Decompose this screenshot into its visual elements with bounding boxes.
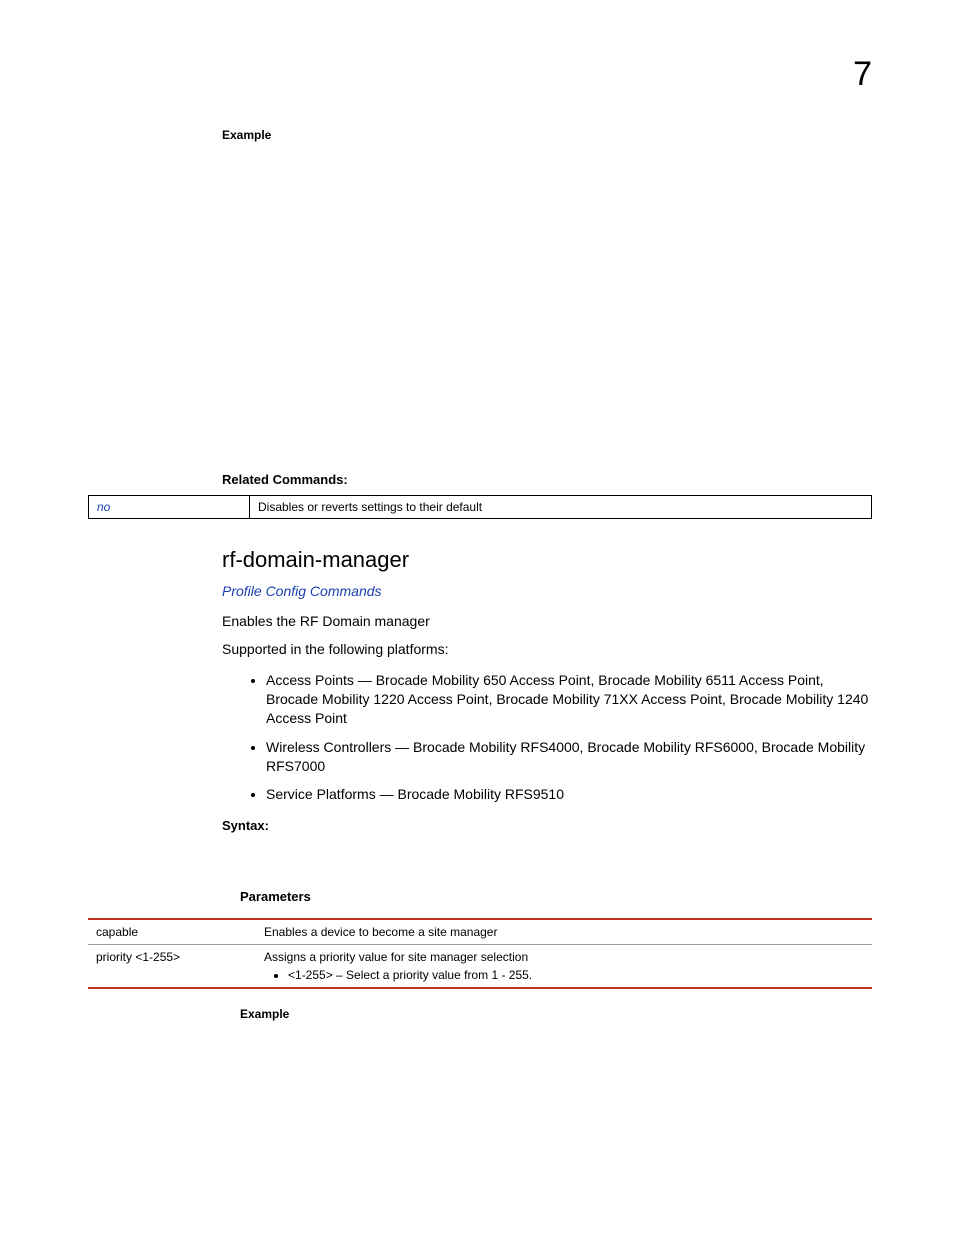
related-commands-table: no Disables or reverts settings to their… xyxy=(88,495,872,519)
parameters-table: capable Enables a device to become a sit… xyxy=(88,918,872,989)
list-item: Service Platforms — Brocade Mobility RFS… xyxy=(266,785,872,804)
param-name: priority <1-255> xyxy=(88,945,256,989)
param-bullet: <1-255> – Select a priority value from 1… xyxy=(288,968,864,982)
param-desc: Enables a device to become a site manage… xyxy=(256,919,872,945)
profile-config-link[interactable]: Profile Config Commands xyxy=(222,583,872,599)
intro-text-2: Supported in the following platforms: xyxy=(222,641,872,657)
intro-text-1: Enables the RF Domain manager xyxy=(222,613,872,629)
related-cmd-desc: Disables or reverts settings to their de… xyxy=(250,496,872,519)
table-row: no Disables or reverts settings to their… xyxy=(89,496,872,519)
related-cmd-name[interactable]: no xyxy=(89,496,250,519)
param-desc: Assigns a priority value for site manage… xyxy=(256,945,872,989)
param-desc-text: Assigns a priority value for site manage… xyxy=(264,950,528,964)
list-item: Wireless Controllers — Brocade Mobility … xyxy=(266,738,872,776)
table-row: capable Enables a device to become a sit… xyxy=(88,919,872,945)
syntax-heading: Syntax: xyxy=(222,818,872,833)
example-heading-top: Example xyxy=(222,128,872,142)
page-number: 7 xyxy=(88,55,872,94)
table-row: priority <1-255> Assigns a priority valu… xyxy=(88,945,872,989)
parameters-heading: Parameters xyxy=(240,889,872,904)
example-heading-bottom: Example xyxy=(240,1007,872,1021)
platform-list: Access Points — Brocade Mobility 650 Acc… xyxy=(248,671,872,804)
command-heading: rf-domain-manager xyxy=(222,547,872,573)
param-name: capable xyxy=(88,919,256,945)
list-item: Access Points — Brocade Mobility 650 Acc… xyxy=(266,671,872,728)
related-commands-heading: Related Commands: xyxy=(222,472,872,487)
